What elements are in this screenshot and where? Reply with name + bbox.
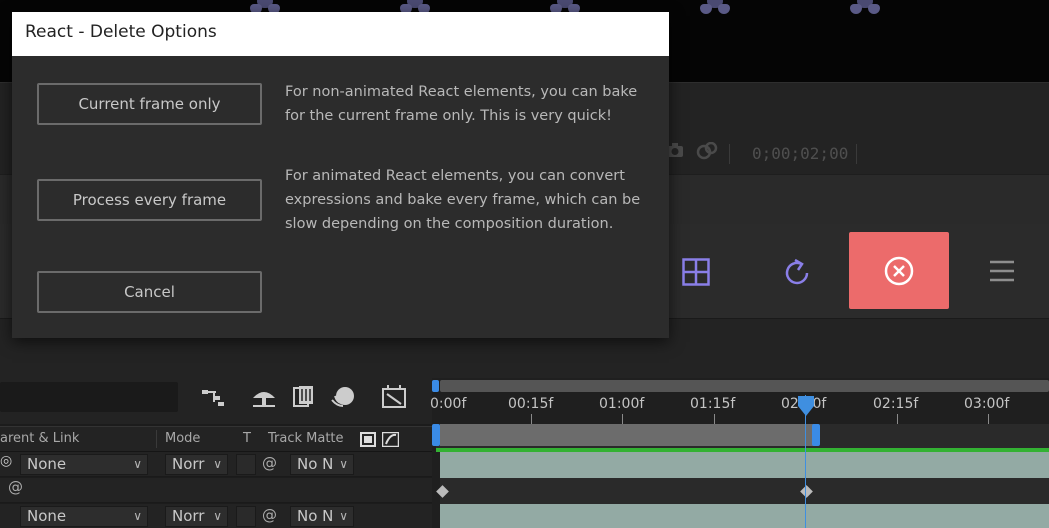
menu-icon: [990, 260, 1014, 282]
ruler-tick-label: 03:00f: [964, 396, 1010, 412]
cancel-button[interactable]: Cancel: [37, 271, 262, 313]
graph-editor-icon[interactable]: [380, 384, 408, 410]
character-figure: [698, 0, 732, 16]
layer-duration-bar[interactable]: [440, 424, 816, 446]
preserve-transparency-checkbox[interactable]: [236, 454, 256, 475]
playhead-icon[interactable]: [798, 396, 814, 416]
ruler-tick-label: 01:15f: [690, 396, 736, 412]
layer-track[interactable]: [440, 452, 1049, 478]
parent-link-icon[interactable]: [200, 384, 228, 410]
dialog-title: React - Delete Options: [25, 22, 217, 42]
layer-out-handle[interactable]: [812, 424, 820, 446]
current-frame-description: For non-animated React elements, you can…: [285, 84, 638, 124]
chevron-down-icon: ∨: [213, 509, 222, 523]
work-area-start-handle[interactable]: [432, 380, 439, 392]
mode-dropdown[interactable]: Norr ∨: [165, 506, 228, 527]
column-mode[interactable]: Mode: [165, 431, 200, 446]
grid-icon: [682, 258, 710, 286]
column-divider: [156, 430, 157, 448]
chevron-down-icon: ∨: [133, 457, 142, 471]
mode-dropdown[interactable]: Norr ∨: [165, 454, 228, 475]
preserve-transparency-checkbox[interactable]: [236, 506, 256, 527]
layer-track[interactable]: [440, 504, 1049, 528]
column-track-matte[interactable]: Track Matte: [268, 431, 344, 446]
work-area-bar[interactable]: [440, 380, 1049, 392]
layer-row[interactable]: None ∨ Norr ∨ @ No N ∨: [0, 504, 432, 528]
every-frame-description: For animated React elements, you can con…: [285, 168, 641, 232]
chevron-down-icon: ∨: [213, 457, 222, 471]
refresh-icon: [785, 258, 809, 285]
pickwhip-icon[interactable]: ◎: [0, 453, 12, 469]
layer-row[interactable]: @: [0, 478, 432, 503]
frame-blending-icon[interactable]: [290, 384, 318, 410]
character-figure: [848, 0, 882, 16]
parent-dropdown[interactable]: None ∨: [20, 454, 148, 475]
layer-in-handle[interactable]: [432, 424, 440, 446]
motion-blur-icon[interactable]: [329, 384, 357, 410]
layer-row[interactable]: ◎ None ∨ Norr ∨ @ No N ∨: [0, 452, 432, 477]
refresh-button[interactable]: [748, 232, 848, 309]
ruler-tick-label: 02:15f: [873, 396, 919, 412]
delete-x-icon: [884, 256, 914, 286]
show-snapshot-icon[interactable]: [696, 141, 718, 165]
menu-button[interactable]: [951, 232, 1049, 309]
delete-options-dialog: React - Delete Options Current frame onl…: [12, 12, 669, 338]
matte-pickwhip-icon[interactable]: @: [262, 506, 277, 524]
column-parent-link[interactable]: arent & Link: [0, 431, 79, 446]
parent-dropdown[interactable]: None ∨: [20, 506, 148, 527]
timecode-display[interactable]: 0;00;02;00: [752, 144, 848, 163]
chevron-down-icon: ∨: [339, 509, 348, 523]
property-track[interactable]: [440, 478, 1049, 504]
timeline-search-input[interactable]: [0, 382, 178, 412]
timeline-column-header: arent & Link Mode T Track Matte: [0, 426, 432, 452]
ruler-tick-label: 01:00f: [599, 396, 645, 412]
toolbar-divider: [856, 144, 857, 164]
toolbar-divider: [729, 144, 730, 164]
ruler-tick-label: 0:00f: [430, 396, 467, 412]
shy-layers-icon[interactable]: [250, 384, 278, 410]
dialog-title-bar[interactable]: React - Delete Options: [12, 12, 669, 56]
feather-icon[interactable]: [381, 431, 400, 448]
matte-toggle-icon[interactable]: [360, 432, 376, 447]
track-matte-dropdown[interactable]: No N ∨: [290, 506, 354, 527]
process-every-frame-button[interactable]: Process every frame: [37, 179, 262, 221]
column-t[interactable]: T: [243, 431, 251, 446]
track-matte-dropdown[interactable]: No N ∨: [290, 454, 354, 475]
ruler-tick-label: 00:15f: [508, 396, 554, 412]
matte-pickwhip-icon[interactable]: @: [262, 454, 277, 472]
current-frame-only-button[interactable]: Current frame only: [37, 83, 262, 125]
expression-pickwhip-icon[interactable]: @: [8, 478, 23, 496]
delete-button[interactable]: [849, 232, 949, 309]
chevron-down-icon: ∨: [133, 509, 142, 523]
chevron-down-icon: ∨: [339, 457, 348, 471]
